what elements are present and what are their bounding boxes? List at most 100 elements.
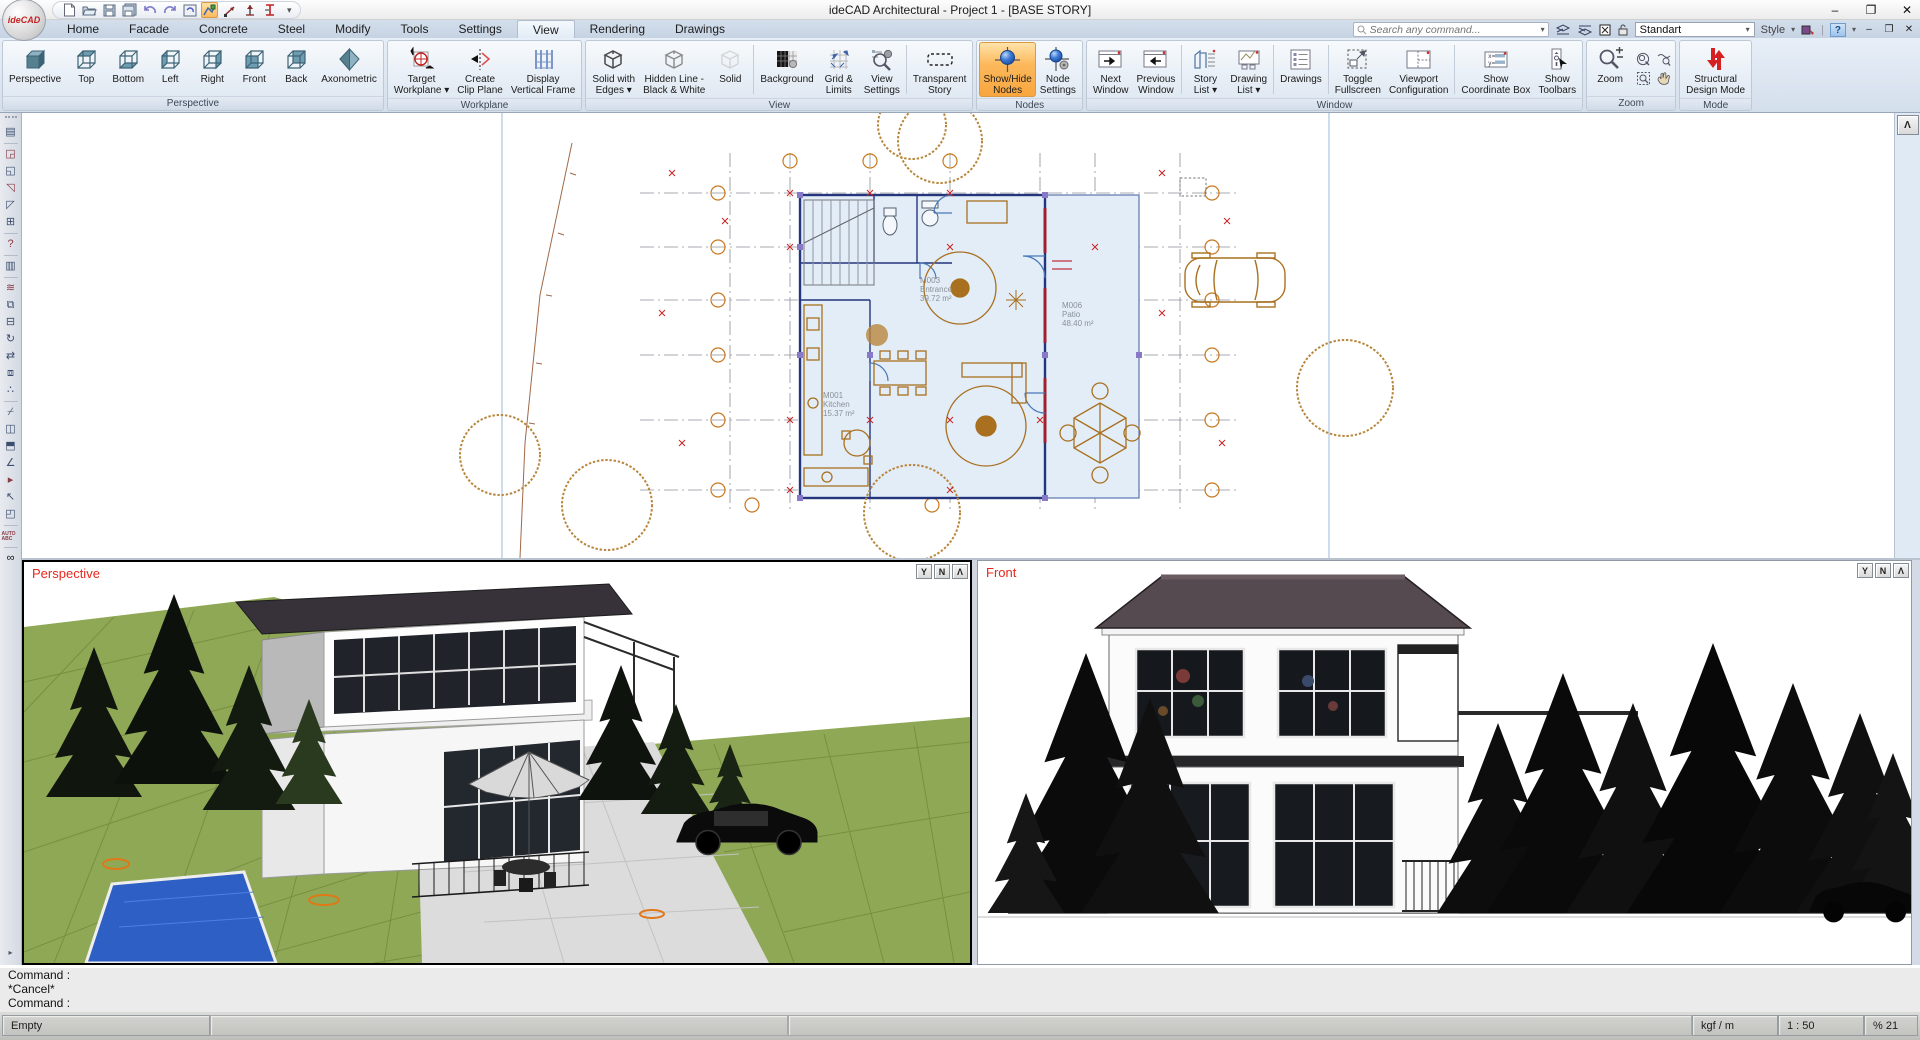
sidebar-icon-select-add[interactable]: ◲ <box>2 146 20 163</box>
command-search-box[interactable]: ▾ <box>1353 22 1549 37</box>
ribbon-button-axonometric[interactable]: Axonometric <box>317 42 381 95</box>
toolbar-expander-icon[interactable]: ▸ <box>2 944 20 961</box>
style-selector[interactable]: Style <box>1761 24 1785 36</box>
viewport-button-a[interactable]: Λ <box>1893 563 1909 578</box>
ribbon-button-drawings[interactable]: Drawings <box>1276 42 1326 97</box>
snap-pointer-icon[interactable] <box>241 2 258 18</box>
help-icon[interactable]: ? <box>1830 23 1846 37</box>
close-button[interactable]: ✕ <box>1900 3 1914 17</box>
command-line-panel[interactable]: Command : *Cancel* Command : <box>0 965 1920 1012</box>
layer-up-icon[interactable] <box>1555 22 1571 37</box>
sidebar-icon-measure[interactable]: ∠ <box>2 455 20 472</box>
minimize-button[interactable]: – <box>1828 3 1842 17</box>
status-scale[interactable]: 1 : 50 <box>1778 1015 1864 1036</box>
sidebar-icon-pick-cursor[interactable]: ↖ <box>2 489 20 506</box>
sidebar-icon-paste[interactable]: ⊟ <box>2 314 20 331</box>
mdi-close-button[interactable]: ✕ <box>1902 24 1916 35</box>
sidebar-icon-objects[interactable]: ◰ <box>2 506 20 523</box>
pan-icon[interactable] <box>1653 69 1673 88</box>
ribbon-button-target-workplane[interactable]: Target Workplane ▾ <box>390 42 453 97</box>
status-unit[interactable]: kgf / m <box>1692 1015 1778 1036</box>
sidebar-icon-flag[interactable]: ▸ <box>2 472 20 489</box>
zoom-object-icon[interactable] <box>1653 50 1673 69</box>
ribbon-button-solid[interactable]: Solid <box>709 42 751 97</box>
restore-button[interactable]: ❐ <box>1864 3 1878 17</box>
sidebar-icon-stretch[interactable]: ⧈ <box>2 365 20 382</box>
ribbon-button-node-settings[interactable]: Node Settings <box>1036 42 1080 97</box>
viewport-button-n[interactable]: N <box>934 564 950 579</box>
search-dropdown-icon[interactable]: ▾ <box>1541 25 1545 34</box>
viewport-button-y[interactable]: Y <box>916 564 932 579</box>
ribbon-button-background[interactable]: Background <box>756 42 817 97</box>
plan-corner-button[interactable]: Λ <box>1897 115 1919 135</box>
tab-tools[interactable]: Tools <box>385 20 443 38</box>
open-file-icon[interactable] <box>81 2 98 18</box>
undo-icon[interactable] <box>141 2 158 18</box>
tab-rendering[interactable]: Rendering <box>575 20 660 38</box>
ribbon-button-grid-limits[interactable]: Grid & Limits <box>818 42 860 97</box>
close-box-icon[interactable] <box>1599 22 1611 37</box>
status-zoom[interactable]: % 21 <box>1864 1015 1918 1036</box>
sidebar-icon-copy[interactable]: ⧉ <box>2 297 20 314</box>
ribbon-button-previous-window[interactable]: Previous Window <box>1133 42 1180 97</box>
sidebar-icon-extrude[interactable]: ⬒ <box>2 438 20 455</box>
ribbon-button-hidden-line[interactable]: Hidden Line - Black & White <box>639 42 709 97</box>
ribbon-button-show-coordinate-box[interactable]: x=y=Show Coordinate Box <box>1457 42 1534 97</box>
ribbon-button-next-window[interactable]: Next Window <box>1089 42 1133 97</box>
tab-steel[interactable]: Steel <box>263 20 320 38</box>
tab-facade[interactable]: Facade <box>114 20 184 38</box>
ribbon-button-right[interactable]: Right <box>191 42 233 95</box>
redo-icon[interactable] <box>161 2 178 18</box>
ribbon-button-solid-with-edges[interactable]: Solid with Edges ▾ <box>588 42 639 97</box>
layer-down-icon[interactable] <box>1577 22 1593 37</box>
sidebar-icon-properties-panel[interactable]: ▤ <box>2 124 20 141</box>
column-section-icon[interactable] <box>261 2 278 18</box>
toolbar-grip[interactable] <box>5 116 17 120</box>
save-icon[interactable] <box>101 2 118 18</box>
sidebar-icon-story-section[interactable]: ≋ <box>2 280 20 297</box>
ribbon-button-left[interactable]: Left <box>149 42 191 95</box>
viewport-button-y[interactable]: Y <box>1857 563 1873 578</box>
plan-viewport[interactable]: M003 Entrance 39.72 m² M006 Patio 48.40 … <box>22 113 1894 558</box>
tab-drawings[interactable]: Drawings <box>660 20 740 38</box>
sidebar-icon-select-remove[interactable]: ◱ <box>2 163 20 180</box>
tab-view[interactable]: View <box>517 20 575 38</box>
sidebar-icon-grid-select[interactable]: ⊞ <box>2 214 20 231</box>
qat-overflow-icon[interactable]: ▾ <box>287 5 292 16</box>
tab-concrete[interactable]: Concrete <box>184 20 263 38</box>
sidebar-icon-trim[interactable]: ⌿ <box>2 404 20 421</box>
ribbon-button-toggle-fullscreen[interactable]: Toggle Fullscreen <box>1331 42 1385 97</box>
ribbon-button-perspective[interactable]: Perspective <box>5 42 65 95</box>
search-input[interactable] <box>1370 24 1538 36</box>
standart-selector[interactable]: Standart▾ <box>1635 22 1755 37</box>
node-pointer-icon[interactable] <box>221 2 238 18</box>
sidebar-icon-move-node[interactable]: ◹ <box>2 180 20 197</box>
ribbon-button-back[interactable]: Back <box>275 42 317 95</box>
ribbon-button-bottom[interactable]: Bottom <box>107 42 149 95</box>
mdi-restore-button[interactable]: ❐ <box>1882 24 1896 35</box>
sidebar-icon-query[interactable]: ? <box>2 236 20 253</box>
ribbon-button-transparent-story[interactable]: Transparent Story <box>909 42 971 97</box>
style-dropdown-icon[interactable]: ▾ <box>1791 25 1795 34</box>
perspective-viewport[interactable]: Perspective Y N Λ <box>22 560 972 965</box>
zoom-window-icon[interactable] <box>1633 69 1653 88</box>
ribbon-button-structural-design-mode[interactable]: Structural Design Mode <box>1682 42 1749 97</box>
ribbon-button-show-hide-nodes[interactable]: Show/Hide Nodes <box>979 42 1035 97</box>
tab-settings[interactable]: Settings <box>443 20 516 38</box>
sidebar-icon-report[interactable]: ▥ <box>2 258 20 275</box>
tab-home[interactable]: Home <box>52 20 114 38</box>
ribbon-button-display-vertical-frame[interactable]: Display Vertical Frame <box>507 42 579 97</box>
viewport-button-n[interactable]: N <box>1875 563 1891 578</box>
ribbon-button-show-toolbars[interactable]: Show Toolbars <box>1534 42 1580 97</box>
sidebar-icon-node-group[interactable]: ∴ <box>2 382 20 399</box>
sidebar-icon-offset-node[interactable]: ◸ <box>2 197 20 214</box>
sidebar-icon-section-view[interactable]: ◫ <box>2 421 20 438</box>
ribbon-button-zoom[interactable]: Zoom <box>1589 42 1631 95</box>
save-all-icon[interactable] <box>121 2 138 18</box>
help-dropdown-icon[interactable]: ▾ <box>1852 25 1856 34</box>
ribbon-button-view-settings[interactable]: View Settings <box>860 42 904 97</box>
draw-polyline-nodes-icon[interactable] <box>201 2 218 18</box>
new-file-icon[interactable] <box>61 2 78 18</box>
undo-view-icon[interactable] <box>181 2 198 18</box>
tab-modify[interactable]: Modify <box>320 20 385 38</box>
